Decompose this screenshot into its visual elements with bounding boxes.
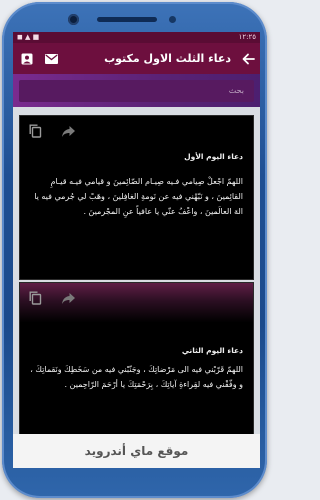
- copy-icon[interactable]: [29, 123, 43, 138]
- share-icon[interactable]: [61, 123, 75, 137]
- search-box[interactable]: [19, 79, 254, 102]
- dua-list: دعاء اليوم الأول اللهمّ اجْعلْ صِيامي فـ…: [13, 107, 260, 468]
- status-time: ١٢:٢٥: [238, 33, 256, 41]
- screen: ◼ ▲ ■ ١٢:٢٥ دعاء الثلث الاول مكتوب بحث د…: [13, 32, 260, 468]
- page-title: دعاء الثلث الاول مكتوب: [104, 52, 231, 65]
- arrow-left-icon[interactable]: [241, 52, 255, 66]
- mail-icon[interactable]: [44, 52, 58, 66]
- copy-icon[interactable]: [29, 290, 43, 305]
- front-camera: [68, 14, 79, 25]
- status-icons: ◼ ▲ ■: [17, 33, 40, 41]
- share-icon[interactable]: [61, 290, 75, 304]
- earpiece-speaker: [97, 17, 157, 22]
- status-bar: ◼ ▲ ■ ١٢:٢٥: [13, 32, 260, 43]
- account-box-icon[interactable]: [20, 52, 34, 66]
- dua-text: اللهمّ قَرّبْني فيه الى مَرْضاتِكَ ، وجَ…: [30, 365, 243, 389]
- search-bar: [13, 74, 260, 107]
- app-bar: دعاء الثلث الاول مكتوب: [13, 43, 260, 74]
- dua-text: اللهمّ اجْعلْ صِيامي فـيه صِيـام الصّائِ…: [34, 177, 243, 216]
- dua-title: دعاء اليوم الأول: [184, 152, 243, 161]
- watermark-banner: موقع ماي أندرويد: [13, 434, 260, 468]
- phone-frame: ◼ ▲ ■ ١٢:٢٥ دعاء الثلث الاول مكتوب بحث د…: [2, 2, 267, 498]
- dua-title: دعاء اليوم الثاني: [181, 346, 243, 355]
- dua-card: دعاء اليوم الأول اللهمّ اجْعلْ صِيامي فـ…: [19, 115, 254, 280]
- search-input[interactable]: [27, 85, 246, 96]
- proximity-sensor: [169, 16, 176, 23]
